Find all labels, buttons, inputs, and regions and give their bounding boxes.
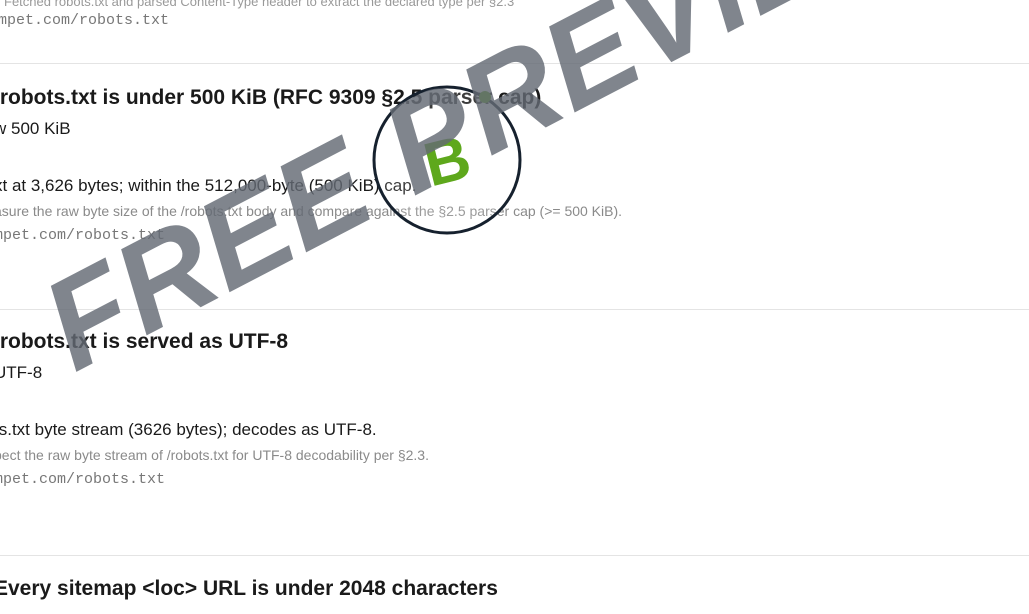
- partial-method-line: Fetched robots.txt and parsed Content-Ty…: [4, 0, 515, 9]
- check-title: /robots.txt is served as UTF-8: [0, 330, 289, 353]
- divider: [0, 309, 1029, 310]
- divider: [0, 555, 1029, 556]
- target-url: mpet.com/robots.txt: [0, 12, 170, 29]
- check-url: mpet.com/robots.txt: [0, 471, 166, 488]
- check-item-utf8: /robots.txt is served as UTF-8 UTF-8 ts.…: [0, 330, 1029, 488]
- divider: [0, 63, 1029, 64]
- grade-badge: B: [372, 85, 522, 235]
- grade-dot-icon: [479, 91, 491, 103]
- report-page: Fetched robots.txt and parsed Content-Ty…: [0, 0, 1029, 614]
- check-title: Every sitemap <loc> URL is under 2048 ch…: [0, 577, 498, 600]
- check-result: ts.txt byte stream (3626 bytes); decodes…: [0, 420, 377, 439]
- check-method: pect the raw byte stream of /robots.txt …: [0, 447, 429, 463]
- check-item-sitemap-loc: Every sitemap <loc> URL is under 2048 ch…: [0, 577, 1029, 601]
- check-expected: UTF-8: [0, 363, 43, 382]
